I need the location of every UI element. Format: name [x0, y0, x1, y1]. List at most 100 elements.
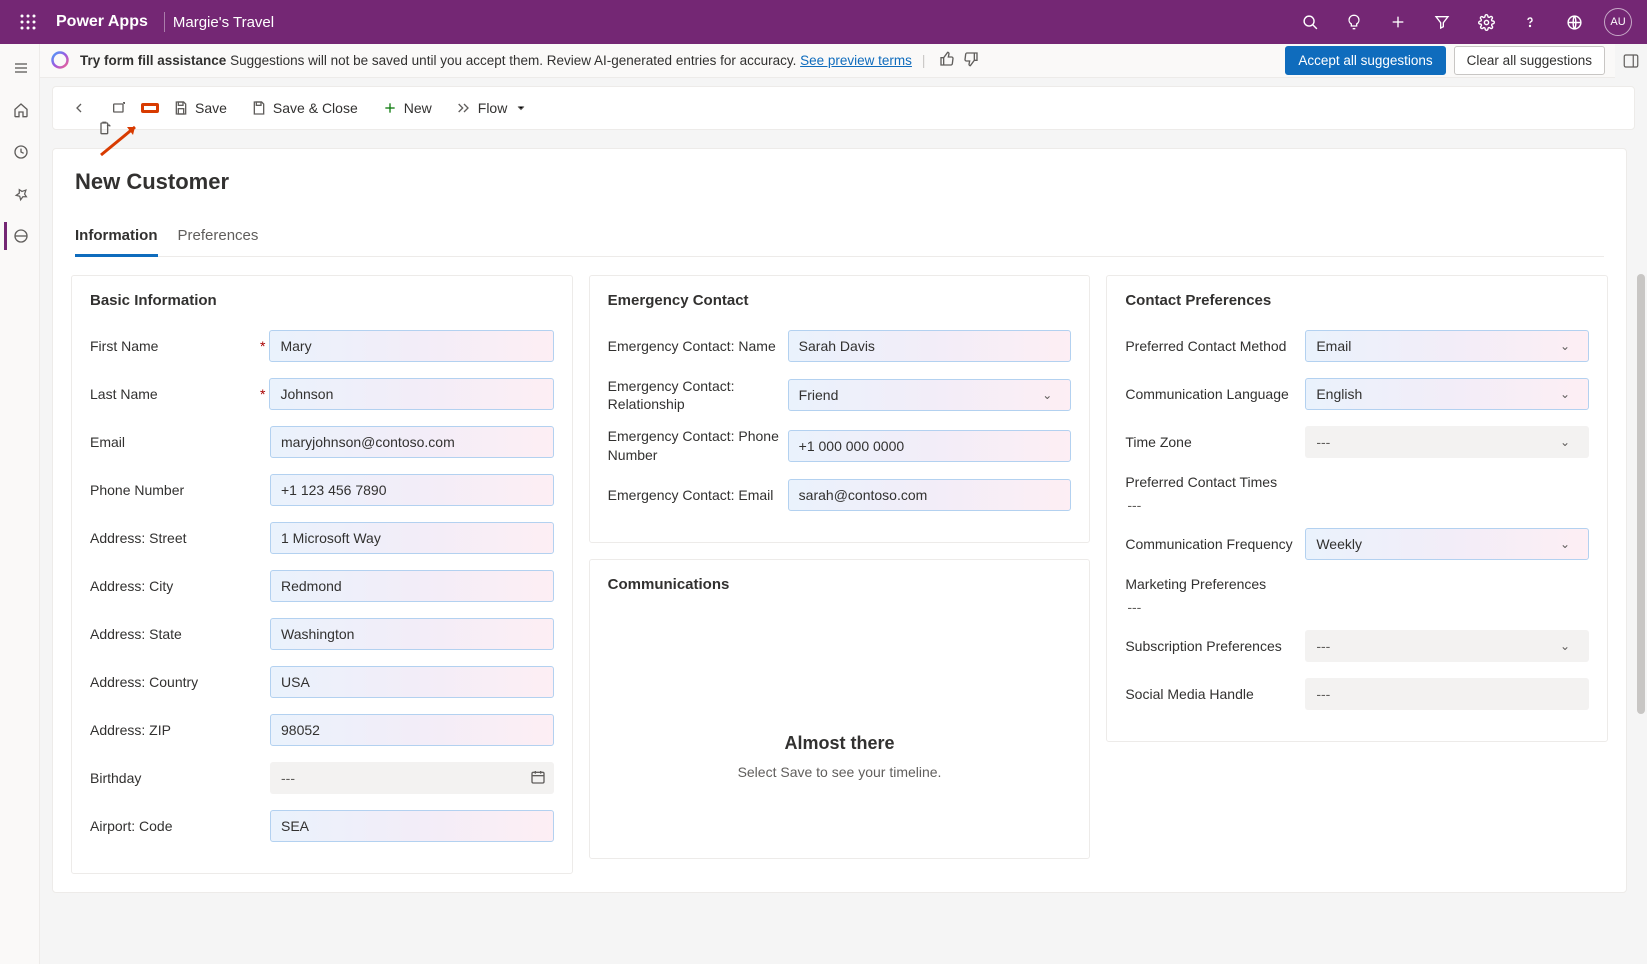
- empty-state-text: Select Save to see your timeline.: [628, 764, 1052, 780]
- emergency-contact-section: Emergency Contact Emergency Contact: Nam…: [589, 275, 1091, 543]
- filter-icon[interactable]: [1421, 0, 1463, 44]
- flow-button[interactable]: Flow: [446, 94, 538, 122]
- field-label: Address: State: [90, 625, 270, 643]
- chevron-down-icon: ⌄: [1552, 387, 1578, 401]
- field-label: Preferred Contact Times: [1125, 473, 1283, 491]
- field-label: First Name: [90, 337, 270, 355]
- divider: [164, 12, 165, 32]
- section-title: Contact Preferences: [1125, 292, 1589, 309]
- phone-input[interactable]: [270, 474, 554, 506]
- scrollbar[interactable]: [1635, 104, 1645, 960]
- form-fill-assistance-bar: Try form fill assistance Suggestions wil…: [40, 44, 1615, 78]
- email-input[interactable]: [270, 426, 554, 458]
- home-icon[interactable]: [4, 96, 36, 124]
- copilot-icon: [50, 50, 72, 72]
- clear-all-suggestions-button[interactable]: Clear all suggestions: [1454, 46, 1605, 75]
- brand-label: Power Apps: [48, 13, 156, 31]
- form-tabs: Information Preferences: [75, 219, 1604, 257]
- airport-code-input[interactable]: [270, 810, 554, 842]
- smart-paste-button[interactable]: [141, 103, 159, 113]
- thumbs-down-icon[interactable]: [963, 51, 979, 70]
- app-name[interactable]: Margie's Travel: [173, 14, 274, 31]
- entity-icon[interactable]: [4, 222, 36, 250]
- field-label: Social Media Handle: [1125, 685, 1305, 703]
- thumbs-up-icon[interactable]: [939, 51, 955, 70]
- field-label: Communication Language: [1125, 385, 1305, 403]
- user-avatar[interactable]: AU: [1597, 0, 1639, 44]
- chevron-down-icon: ⌄: [1552, 435, 1578, 449]
- birthday-input[interactable]: [270, 762, 554, 794]
- subscription-select[interactable]: ---⌄: [1305, 630, 1589, 662]
- country-input[interactable]: [270, 666, 554, 698]
- emergency-phone-input[interactable]: [788, 430, 1072, 462]
- scrollbar-thumb[interactable]: [1637, 274, 1645, 714]
- field-label: Address: City: [90, 577, 270, 595]
- field-label: Address: Street: [90, 529, 270, 547]
- open-in-new-window-button[interactable]: [101, 94, 137, 122]
- emergency-name-input[interactable]: [788, 330, 1072, 362]
- search-icon[interactable]: [1289, 0, 1331, 44]
- state-input[interactable]: [270, 618, 554, 650]
- section-title: Emergency Contact: [608, 292, 1072, 309]
- chevron-down-icon: ⌄: [1552, 339, 1578, 353]
- recent-icon[interactable]: [4, 138, 36, 166]
- field-label: Birthday: [90, 769, 270, 787]
- field-label: Airport: Code: [90, 817, 270, 835]
- communications-section: Communications Almost there Select Save …: [589, 559, 1091, 859]
- basic-information-section: Basic Information First Name* Last Name*…: [71, 275, 573, 874]
- preferred-times-value[interactable]: ---: [1125, 497, 1141, 513]
- emergency-email-input[interactable]: [788, 479, 1072, 511]
- zip-input[interactable]: [270, 714, 554, 746]
- chevron-down-icon: ⌄: [1552, 537, 1578, 551]
- new-button[interactable]: New: [372, 94, 442, 122]
- field-label: Phone Number: [90, 481, 270, 499]
- empty-state-title: Almost there: [628, 733, 1052, 754]
- field-label: Email: [90, 433, 270, 451]
- add-icon[interactable]: [1377, 0, 1419, 44]
- app-launcher-icon[interactable]: [8, 14, 48, 30]
- language-select[interactable]: English⌄: [1305, 378, 1589, 410]
- global-header: Power Apps Margie's Travel AU: [0, 0, 1647, 44]
- calendar-icon[interactable]: [530, 769, 546, 788]
- timezone-select[interactable]: ---⌄: [1305, 426, 1589, 458]
- chevron-down-icon: ⌄: [1034, 388, 1060, 402]
- help-icon[interactable]: [1509, 0, 1551, 44]
- field-label: Emergency Contact: Phone Number: [608, 427, 788, 463]
- site-map-rail: [0, 44, 40, 964]
- frequency-select[interactable]: Weekly⌄: [1305, 528, 1589, 560]
- save-button[interactable]: Save: [163, 94, 237, 122]
- first-name-input[interactable]: [269, 330, 553, 362]
- accept-all-suggestions-button[interactable]: Accept all suggestions: [1285, 46, 1445, 75]
- emergency-relationship-select[interactable]: Friend⌄: [788, 379, 1072, 411]
- field-label: Time Zone: [1125, 433, 1305, 451]
- preview-terms-link[interactable]: See preview terms: [800, 53, 912, 68]
- city-input[interactable]: [270, 570, 554, 602]
- copilot-panel-toggle-icon[interactable]: [1615, 44, 1647, 78]
- field-label: Address: Country: [90, 673, 270, 691]
- section-title: Basic Information: [90, 292, 554, 309]
- tab-information[interactable]: Information: [75, 219, 158, 257]
- social-handle-input[interactable]: [1305, 678, 1589, 710]
- field-label: Emergency Contact: Name: [608, 337, 788, 355]
- hamburger-icon[interactable]: [4, 54, 36, 82]
- field-label: Marketing Preferences: [1125, 575, 1272, 593]
- field-label: Emergency Contact: Relationship: [608, 377, 788, 413]
- command-bar: Save Save & Close New Flow: [52, 86, 1635, 130]
- gear-icon[interactable]: [1465, 0, 1507, 44]
- back-button[interactable]: [61, 94, 97, 122]
- marketing-prefs-value[interactable]: ---: [1125, 599, 1141, 615]
- street-input[interactable]: [270, 522, 554, 554]
- contact-preferences-section: Contact Preferences Preferred Contact Me…: [1106, 275, 1608, 742]
- pin-icon[interactable]: [4, 180, 36, 208]
- save-and-close-button[interactable]: Save & Close: [241, 94, 368, 122]
- field-label: Subscription Preferences: [1125, 637, 1305, 655]
- last-name-input[interactable]: [269, 378, 553, 410]
- field-label: Last Name: [90, 385, 270, 403]
- tab-preferences[interactable]: Preferences: [178, 219, 259, 256]
- field-label: Emergency Contact: Email: [608, 486, 788, 504]
- assistance-text: Try form fill assistance Suggestions wil…: [80, 53, 912, 68]
- environment-icon[interactable]: [1553, 0, 1595, 44]
- section-title: Communications: [608, 576, 1072, 593]
- contact-method-select[interactable]: Email⌄: [1305, 330, 1589, 362]
- lightbulb-icon[interactable]: [1333, 0, 1375, 44]
